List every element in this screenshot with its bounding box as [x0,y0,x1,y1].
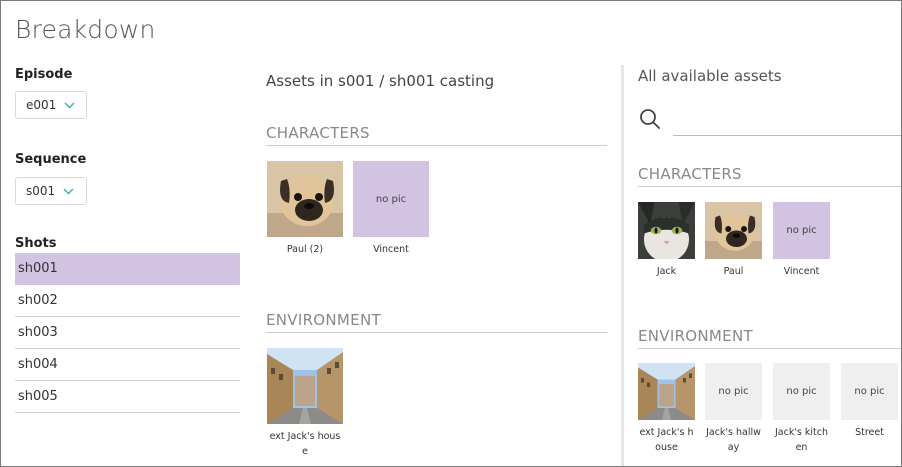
available-asset-ext-jacks-house[interactable]: ext Jack's h ouse [638,363,695,455]
shots-label: Shots [15,236,57,251]
asset-name: Vincent [373,244,409,255]
available-asset-jacks-kitchen[interactable]: no pic Jack's kitch en [773,363,830,455]
available-characters-heading: CHARACTERS [638,165,901,187]
episode-label: Episode [15,67,73,82]
casting-title: Assets in s001 / sh001 casting [266,72,495,90]
casting-asset-paul[interactable]: Paul (2) [267,161,343,257]
chevron-down-icon [63,188,74,194]
casting-environment-heading: ENVIRONMENT [266,311,607,333]
asset-name: Jack's hallw ay [706,427,761,453]
available-assets-title: All available assets [638,67,782,85]
asset-name: Jack [656,266,677,277]
no-pic-placeholder: no pic [705,363,762,420]
street-thumbnail [267,348,343,424]
page-title: Breakdown [15,15,156,44]
asset-name: ext Jack's h ouse [639,427,694,453]
casting-asset-ext-jacks-house[interactable]: ext Jack's house [267,348,343,459]
cat-thumbnail [638,202,695,259]
available-asset-street[interactable]: no pic Street [841,363,898,440]
sequence-value: s001 [26,184,56,198]
chevron-down-icon [64,102,75,108]
asset-name: Vincent [783,266,820,277]
no-pic-placeholder: no pic [773,363,830,420]
asset-name: Jack's kitch en [774,427,829,453]
shot-item-sh003[interactable]: sh003 [15,317,240,349]
shot-item-sh001[interactable]: sh001 [15,253,240,285]
no-pic-placeholder: no pic [353,161,429,237]
asset-name: Paul (2) [286,244,324,255]
casting-asset-vincent[interactable]: no pic Vincent [353,161,429,257]
shot-item-sh002[interactable]: sh002 [15,285,240,317]
shot-item-sh004[interactable]: sh004 [15,349,240,381]
asset-name: Paul [723,266,744,277]
pug-thumbnail [705,202,762,259]
search-icon [640,109,660,129]
available-asset-paul[interactable]: Paul [705,202,762,279]
street-thumbnail [638,363,695,420]
no-pic-placeholder: no pic [773,202,830,259]
pug-thumbnail [267,161,343,237]
asset-name: Street [855,427,884,438]
breakdown-page: Breakdown Episode e001 Sequence s001 Sho… [0,0,902,467]
available-asset-jack[interactable]: Jack [638,202,695,279]
available-asset-jacks-hallway[interactable]: no pic Jack's hallw ay [705,363,762,455]
available-environment-heading: ENVIRONMENT [638,327,901,349]
sequence-label: Sequence [15,152,87,167]
sequence-select[interactable]: s001 [15,177,87,205]
search-input[interactable] [673,109,901,136]
episode-select[interactable]: e001 [15,91,87,119]
casting-characters-heading: CHARACTERS [266,124,607,146]
no-pic-placeholder: no pic [841,363,898,420]
available-asset-vincent[interactable]: no pic Vincent [773,202,830,279]
asset-name: ext Jack's house [269,431,341,457]
shots-list: sh001 sh002 sh003 sh004 sh005 [15,253,240,413]
episode-value: e001 [26,98,57,112]
column-divider [621,65,624,466]
shot-item-sh005[interactable]: sh005 [15,381,240,413]
